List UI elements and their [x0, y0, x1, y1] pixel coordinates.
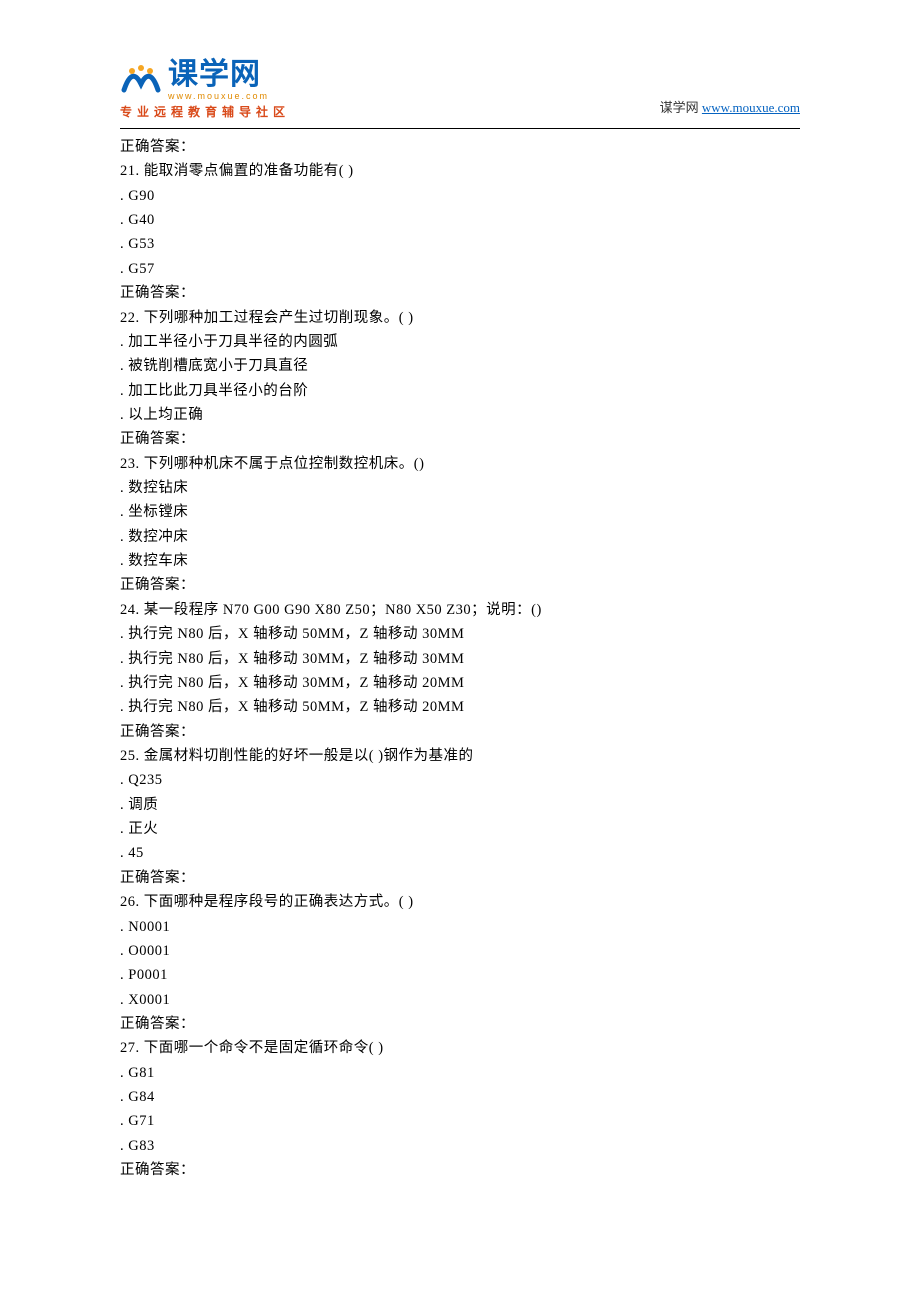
question-stem: 26. 下面哪种是程序段号的正确表达方式。( ) — [120, 890, 800, 914]
logo-row: 课学网 www.mouxue.com — [120, 60, 269, 101]
page: 课学网 www.mouxue.com 专业远程教育辅导社区 谋学网 www.mo… — [0, 0, 920, 1242]
question-option: . G71 — [120, 1109, 800, 1133]
header-divider — [120, 128, 800, 129]
question-option: . 被铣削槽底宽小于刀具直径 — [120, 354, 800, 378]
answer-label: 正确答案： — [120, 1158, 800, 1182]
answer-label: 正确答案： — [120, 135, 800, 159]
page-header: 课学网 www.mouxue.com 专业远程教育辅导社区 谋学网 www.mo… — [120, 60, 800, 120]
question-option: . 以上均正确 — [120, 403, 800, 427]
question-option: . G40 — [120, 208, 800, 232]
logo-icon — [120, 62, 162, 100]
question-option: . 45 — [120, 841, 800, 865]
question-stem: 21. 能取消零点偏置的准备功能有( ) — [120, 159, 800, 183]
question-option: . 数控冲床 — [120, 525, 800, 549]
answer-label: 正确答案： — [120, 866, 800, 890]
question-option: . 执行完 N80 后，X 轴移动 50MM，Z 轴移动 30MM — [120, 622, 800, 646]
question-option: . O0001 — [120, 939, 800, 963]
question-option: . 加工半径小于刀具半径的内圆弧 — [120, 330, 800, 354]
logo-text: 课学网 www.mouxue.com — [168, 60, 269, 101]
question-stem: 27. 下面哪一个命令不是固定循环命令( ) — [120, 1036, 800, 1060]
site-label: 谋学网 — [660, 100, 699, 115]
question-option: . 正火 — [120, 817, 800, 841]
question-option: . 执行完 N80 后，X 轴移动 30MM，Z 轴移动 20MM — [120, 671, 800, 695]
question-stem: 24. 某一段程序 N70 G00 G90 X80 Z50；N80 X50 Z3… — [120, 598, 800, 622]
question-option: . X0001 — [120, 988, 800, 1012]
site-link[interactable]: www.mouxue.com — [702, 100, 800, 115]
answer-label: 正确答案： — [120, 573, 800, 597]
question-option: . G83 — [120, 1134, 800, 1158]
answer-label: 正确答案： — [120, 281, 800, 305]
question-option: . 坐标镗床 — [120, 500, 800, 524]
site-reference: 谋学网 www.mouxue.com — [660, 97, 800, 120]
question-option: . Q235 — [120, 768, 800, 792]
question-option: . G81 — [120, 1061, 800, 1085]
answer-label: 正确答案： — [120, 427, 800, 451]
question-option: . 数控钻床 — [120, 476, 800, 500]
question-option: . G84 — [120, 1085, 800, 1109]
answer-label: 正确答案： — [120, 1012, 800, 1036]
question-option: . 调质 — [120, 793, 800, 817]
question-option: . 执行完 N80 后，X 轴移动 50MM，Z 轴移动 20MM — [120, 695, 800, 719]
question-option: . N0001 — [120, 915, 800, 939]
question-stem: 23. 下列哪种机床不属于点位控制数控机床。() — [120, 452, 800, 476]
question-option: . G90 — [120, 184, 800, 208]
question-stem: 25. 金属材料切削性能的好坏一般是以( )钢作为基准的 — [120, 744, 800, 768]
question-option: . 数控车床 — [120, 549, 800, 573]
question-option: . G57 — [120, 257, 800, 281]
question-option: . G53 — [120, 232, 800, 256]
question-option: . 加工比此刀具半径小的台阶 — [120, 379, 800, 403]
logo-sub-text: www.mouxue.com — [168, 92, 269, 101]
logo-block: 课学网 www.mouxue.com 专业远程教育辅导社区 — [120, 60, 290, 120]
question-option: . P0001 — [120, 963, 800, 987]
answer-label: 正确答案： — [120, 720, 800, 744]
question-stem: 22. 下列哪种加工过程会产生过切削现象。( ) — [120, 306, 800, 330]
logo-tagline: 专业远程教育辅导社区 — [120, 103, 290, 120]
logo-main-text: 课学网 — [168, 60, 269, 90]
document-content: 正确答案：21. 能取消零点偏置的准备功能有( ). G90. G40. G53… — [120, 135, 800, 1182]
question-option: . 执行完 N80 后，X 轴移动 30MM，Z 轴移动 30MM — [120, 647, 800, 671]
